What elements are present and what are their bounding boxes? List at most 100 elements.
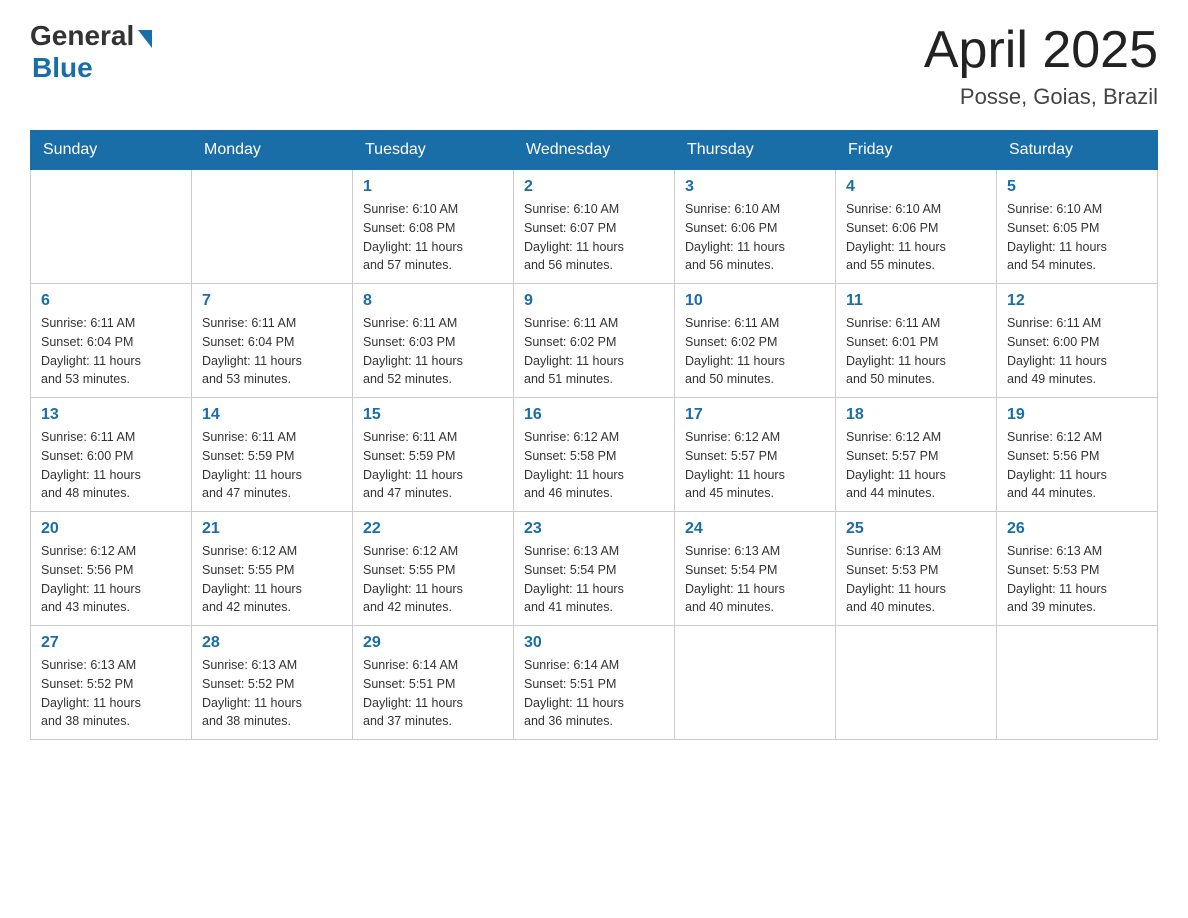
day-number: 11 [846, 292, 986, 310]
calendar-cell: 27 Sunrise: 6:13 AM Sunset: 5:52 PM Dayli… [31, 626, 192, 740]
day-info: Sunrise: 6:10 AM Sunset: 6:08 PM Dayligh… [363, 200, 503, 275]
day-number: 6 [41, 292, 181, 310]
day-info: Sunrise: 6:11 AM Sunset: 6:00 PM Dayligh… [41, 428, 181, 503]
day-number: 19 [1007, 406, 1147, 424]
day-info: Sunrise: 6:11 AM Sunset: 6:03 PM Dayligh… [363, 314, 503, 389]
weekday-header-sunday: Sunday [31, 131, 192, 170]
day-info: Sunrise: 6:14 AM Sunset: 5:51 PM Dayligh… [363, 656, 503, 731]
day-number: 30 [524, 634, 664, 652]
day-number: 24 [685, 520, 825, 538]
calendar-cell: 15 Sunrise: 6:11 AM Sunset: 5:59 PM Dayli… [353, 398, 514, 512]
weekday-header-tuesday: Tuesday [353, 131, 514, 170]
day-info: Sunrise: 6:11 AM Sunset: 5:59 PM Dayligh… [363, 428, 503, 503]
calendar-cell: 7 Sunrise: 6:11 AM Sunset: 6:04 PM Daylig… [192, 284, 353, 398]
calendar-cell: 24Sunrise: 6:13 AM Sunset: 5:54 PM Dayli… [675, 512, 836, 626]
calendar-cell: 5 Sunrise: 6:10 AM Sunset: 6:05 PM Daylig… [997, 170, 1158, 284]
day-info: Sunrise: 6:10 AM Sunset: 6:07 PM Dayligh… [524, 200, 664, 275]
logo-blue-text: Blue [32, 52, 93, 84]
day-info: Sunrise: 6:11 AM Sunset: 6:04 PM Dayligh… [202, 314, 342, 389]
calendar-cell: 14 Sunrise: 6:11 AM Sunset: 5:59 PM Dayli… [192, 398, 353, 512]
day-number: 22 [363, 520, 503, 538]
calendar-cell [997, 626, 1158, 740]
calendar-cell: 19 Sunrise: 6:12 AM Sunset: 5:56 PM Dayli… [997, 398, 1158, 512]
calendar-cell: 8 Sunrise: 6:11 AM Sunset: 6:03 PM Daylig… [353, 284, 514, 398]
day-number: 18 [846, 406, 986, 424]
day-number: 1 [363, 178, 503, 196]
day-number: 27 [41, 634, 181, 652]
calendar-cell: 13 Sunrise: 6:11 AM Sunset: 6:00 PM Dayli… [31, 398, 192, 512]
day-number: 5 [1007, 178, 1147, 196]
day-number: 7 [202, 292, 342, 310]
day-info: Sunrise: 6:11 AM Sunset: 6:00 PM Dayligh… [1007, 314, 1147, 389]
calendar-cell: 26Sunrise: 6:13 AM Sunset: 5:53 PM Dayli… [997, 512, 1158, 626]
day-number: 4 [846, 178, 986, 196]
calendar-cell: 3 Sunrise: 6:10 AM Sunset: 6:06 PM Daylig… [675, 170, 836, 284]
week-row-2: 6 Sunrise: 6:11 AM Sunset: 6:04 PM Daylig… [31, 284, 1158, 398]
logo: General Blue [30, 20, 152, 84]
calendar-cell: 6 Sunrise: 6:11 AM Sunset: 6:04 PM Daylig… [31, 284, 192, 398]
calendar-cell: 30 Sunrise: 6:14 AM Sunset: 5:51 PM Dayli… [514, 626, 675, 740]
day-number: 28 [202, 634, 342, 652]
calendar-cell [836, 626, 997, 740]
day-number: 13 [41, 406, 181, 424]
calendar-cell: 16Sunrise: 6:12 AM Sunset: 5:58 PM Dayli… [514, 398, 675, 512]
location-text: Posse, Goias, Brazil [924, 84, 1158, 110]
day-number: 3 [685, 178, 825, 196]
calendar-cell: 11 Sunrise: 6:11 AM Sunset: 6:01 PM Dayli… [836, 284, 997, 398]
day-info: Sunrise: 6:10 AM Sunset: 6:06 PM Dayligh… [685, 200, 825, 275]
weekday-header-friday: Friday [836, 131, 997, 170]
day-number: 17 [685, 406, 825, 424]
calendar-cell: 25 Sunrise: 6:13 AM Sunset: 5:53 PM Dayli… [836, 512, 997, 626]
day-info: Sunrise: 6:13 AM Sunset: 5:53 PM Dayligh… [846, 542, 986, 617]
calendar-cell: 10Sunrise: 6:11 AM Sunset: 6:02 PM Dayli… [675, 284, 836, 398]
calendar-cell: 9Sunrise: 6:11 AM Sunset: 6:02 PM Daylig… [514, 284, 675, 398]
week-row-4: 20 Sunrise: 6:12 AM Sunset: 5:56 PM Dayli… [31, 512, 1158, 626]
day-number: 14 [202, 406, 342, 424]
calendar-table: SundayMondayTuesdayWednesdayThursdayFrid… [30, 130, 1158, 740]
day-info: Sunrise: 6:10 AM Sunset: 6:06 PM Dayligh… [846, 200, 986, 275]
calendar-cell: 12Sunrise: 6:11 AM Sunset: 6:00 PM Dayli… [997, 284, 1158, 398]
weekday-header-saturday: Saturday [997, 131, 1158, 170]
calendar-cell: 17 Sunrise: 6:12 AM Sunset: 5:57 PM Dayli… [675, 398, 836, 512]
day-info: Sunrise: 6:12 AM Sunset: 5:58 PM Dayligh… [524, 428, 664, 503]
day-number: 21 [202, 520, 342, 538]
weekday-header-thursday: Thursday [675, 131, 836, 170]
day-number: 9 [524, 292, 664, 310]
calendar-cell: 1 Sunrise: 6:10 AM Sunset: 6:08 PM Daylig… [353, 170, 514, 284]
day-number: 25 [846, 520, 986, 538]
day-info: Sunrise: 6:11 AM Sunset: 6:01 PM Dayligh… [846, 314, 986, 389]
day-info: Sunrise: 6:12 AM Sunset: 5:55 PM Dayligh… [363, 542, 503, 617]
calendar-cell: 28 Sunrise: 6:13 AM Sunset: 5:52 PM Dayli… [192, 626, 353, 740]
calendar-cell: 22 Sunrise: 6:12 AM Sunset: 5:55 PM Dayli… [353, 512, 514, 626]
calendar-cell: 29 Sunrise: 6:14 AM Sunset: 5:51 PM Dayli… [353, 626, 514, 740]
week-row-5: 27 Sunrise: 6:13 AM Sunset: 5:52 PM Dayli… [31, 626, 1158, 740]
month-title: April 2025 [924, 20, 1158, 80]
day-info: Sunrise: 6:10 AM Sunset: 6:05 PM Dayligh… [1007, 200, 1147, 275]
day-number: 26 [1007, 520, 1147, 538]
title-area: April 2025 Posse, Goias, Brazil [924, 20, 1158, 110]
weekday-header-monday: Monday [192, 131, 353, 170]
day-info: Sunrise: 6:13 AM Sunset: 5:52 PM Dayligh… [41, 656, 181, 731]
weekday-header-row: SundayMondayTuesdayWednesdayThursdayFrid… [31, 131, 1158, 170]
day-number: 29 [363, 634, 503, 652]
day-number: 15 [363, 406, 503, 424]
day-info: Sunrise: 6:14 AM Sunset: 5:51 PM Dayligh… [524, 656, 664, 731]
weekday-header-wednesday: Wednesday [514, 131, 675, 170]
day-info: Sunrise: 6:12 AM Sunset: 5:56 PM Dayligh… [1007, 428, 1147, 503]
calendar-cell: 20 Sunrise: 6:12 AM Sunset: 5:56 PM Dayli… [31, 512, 192, 626]
calendar-cell [192, 170, 353, 284]
day-info: Sunrise: 6:13 AM Sunset: 5:52 PM Dayligh… [202, 656, 342, 731]
calendar-cell: 23Sunrise: 6:13 AM Sunset: 5:54 PM Dayli… [514, 512, 675, 626]
week-row-3: 13 Sunrise: 6:11 AM Sunset: 6:00 PM Dayli… [31, 398, 1158, 512]
day-info: Sunrise: 6:12 AM Sunset: 5:55 PM Dayligh… [202, 542, 342, 617]
day-number: 20 [41, 520, 181, 538]
day-info: Sunrise: 6:12 AM Sunset: 5:56 PM Dayligh… [41, 542, 181, 617]
logo-general-text: General [30, 20, 134, 52]
day-info: Sunrise: 6:12 AM Sunset: 5:57 PM Dayligh… [685, 428, 825, 503]
day-info: Sunrise: 6:11 AM Sunset: 6:02 PM Dayligh… [685, 314, 825, 389]
day-number: 8 [363, 292, 503, 310]
week-row-1: 1 Sunrise: 6:10 AM Sunset: 6:08 PM Daylig… [31, 170, 1158, 284]
day-number: 23 [524, 520, 664, 538]
day-info: Sunrise: 6:11 AM Sunset: 6:04 PM Dayligh… [41, 314, 181, 389]
day-info: Sunrise: 6:11 AM Sunset: 5:59 PM Dayligh… [202, 428, 342, 503]
